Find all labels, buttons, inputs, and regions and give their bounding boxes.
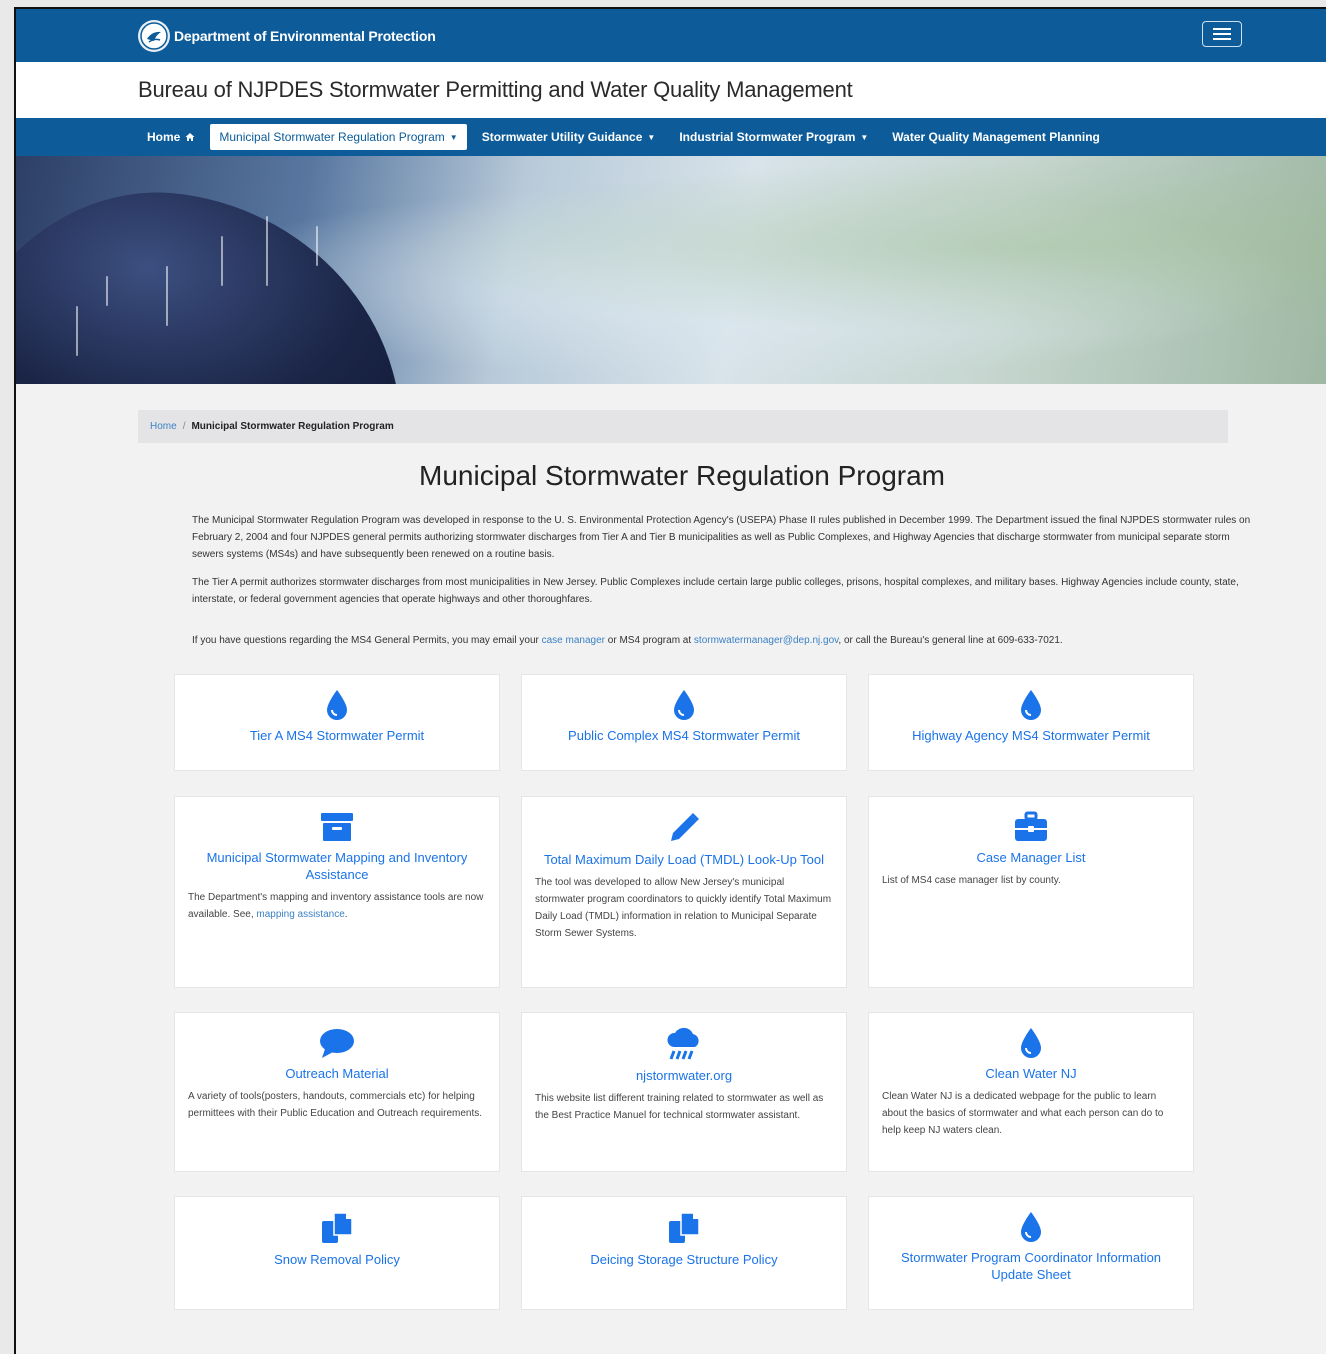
card-clean-water-nj[interactable]: Clean Water NJ Clean Water NJ is a dedic… — [868, 1012, 1194, 1172]
intro-paragraph-1: The Municipal Stormwater Regulation Prog… — [192, 515, 1251, 560]
rain-drop — [221, 236, 223, 286]
card-title[interactable]: Municipal Stormwater Mapping and Invento… — [188, 849, 486, 883]
contact-text: , or call the Bureau's general line at 6… — [838, 635, 1063, 646]
card-outreach-material[interactable]: Outreach Material A variety of tools(pos… — [174, 1012, 500, 1172]
copy-icon — [669, 1212, 700, 1243]
card-title[interactable]: Stormwater Program Coordinator Informati… — [882, 1249, 1180, 1283]
hero-banner-image — [16, 156, 1326, 384]
water-drop-icon — [674, 690, 694, 720]
breadcrumb-current: Municipal Stormwater Regulation Program — [191, 421, 394, 432]
intro-paragraph-2: The Tier A permit authorizes stormwater … — [192, 577, 1239, 605]
card-title[interactable]: Total Maximum Daily Load (TMDL) Look-Up … — [535, 851, 833, 868]
contact-text: or MS4 program at — [605, 635, 694, 646]
briefcase-icon — [1015, 811, 1047, 841]
nav-water-quality[interactable]: Water Quality Management Planning — [883, 124, 1109, 150]
card-highway-agency-permit[interactable]: Highway Agency MS4 Stormwater Permit — [868, 674, 1194, 771]
breadcrumb: Home / Municipal Stormwater Regulation P… — [138, 410, 1228, 443]
browser-viewport: Department of Environmental Protection B… — [14, 7, 1326, 1354]
case-manager-link[interactable]: case manager — [542, 635, 605, 646]
card-title[interactable]: njstormwater.org — [535, 1067, 833, 1084]
card-title[interactable]: Snow Removal Policy — [188, 1251, 486, 1268]
nav-home-label: Home — [147, 130, 181, 144]
water-drop-icon — [1021, 1212, 1041, 1242]
nj-seal-logo-icon[interactable] — [138, 19, 170, 52]
page-title: Municipal Stormwater Regulation Program — [419, 460, 945, 491]
card-title[interactable]: Tier A MS4 Stormwater Permit — [188, 727, 486, 744]
card-description: Clean Water NJ is a dedicated webpage fo… — [882, 1091, 1164, 1136]
card-title[interactable]: Outreach Material — [188, 1065, 486, 1082]
card-description: The tool was developed to allow New Jers… — [535, 877, 832, 939]
nav-home[interactable]: Home — [138, 124, 204, 150]
water-drop-icon — [1021, 690, 1041, 720]
rain-drop — [166, 266, 168, 326]
home-icon — [185, 133, 195, 141]
card-public-complex-permit[interactable]: Public Complex MS4 Stormwater Permit — [521, 674, 847, 771]
rain-drop — [76, 306, 78, 356]
nav-water-quality-label: Water Quality Management Planning — [892, 130, 1100, 144]
rain-drop — [266, 216, 268, 286]
card-coordinator-update-sheet[interactable]: Stormwater Program Coordinator Informati… — [868, 1196, 1194, 1310]
card-title[interactable]: Public Complex MS4 Stormwater Permit — [535, 727, 833, 744]
breadcrumb-home-link[interactable]: Home — [150, 421, 177, 432]
card-description: The Department's mapping and inventory a… — [188, 889, 486, 923]
nav-municipal-label: Municipal Stormwater Regulation Program — [219, 130, 445, 144]
card-title[interactable]: Case Manager List — [882, 849, 1180, 866]
card-description: List of MS4 case manager list by county. — [882, 875, 1061, 886]
nav-municipal-stormwater[interactable]: Municipal Stormwater Regulation Program … — [210, 124, 467, 150]
archive-icon — [321, 813, 353, 841]
card-tmdl-lookup[interactable]: Total Maximum Daily Load (TMDL) Look-Up … — [521, 796, 847, 988]
nav-industrial-stormwater[interactable]: Industrial Stormwater Program ▼ — [670, 124, 877, 150]
water-drop-icon — [1021, 1028, 1041, 1058]
card-desc-text: . — [344, 909, 348, 920]
top-bar: Department of Environmental Protection — [16, 9, 1326, 62]
bureau-title: Bureau of NJPDES Stormwater Permitting a… — [138, 77, 853, 102]
card-njstormwater[interactable]: njstormwater.org This website list diffe… — [521, 1012, 847, 1172]
umbrella-image — [16, 165, 432, 384]
department-name[interactable]: Department of Environmental Protection — [174, 28, 436, 44]
rain-drop — [106, 276, 108, 306]
water-drop-icon — [327, 690, 347, 720]
card-title[interactable]: Clean Water NJ — [882, 1065, 1180, 1082]
bureau-title-bar: Bureau of NJPDES Stormwater Permitting a… — [16, 62, 1326, 118]
breadcrumb-separator: / — [182, 421, 186, 432]
copy-icon — [322, 1212, 353, 1243]
card-snow-removal-policy[interactable]: Snow Removal Policy — [174, 1196, 500, 1310]
speech-bubble-icon — [320, 1029, 354, 1058]
card-deicing-storage-policy[interactable]: Deicing Storage Structure Policy — [521, 1196, 847, 1310]
intro-paragraph-3: If you have questions regarding the MS4 … — [192, 632, 1262, 649]
card-case-manager-list[interactable]: Case Manager List List of MS4 case manag… — [868, 796, 1194, 988]
pencil-icon — [671, 813, 699, 841]
cloud-rain-icon — [667, 1027, 699, 1060]
card-description: A variety of tools(posters, handouts, co… — [188, 1091, 483, 1119]
card-tier-a-permit[interactable]: Tier A MS4 Stormwater Permit — [174, 674, 500, 771]
mapping-assistance-link[interactable]: mapping assistance — [256, 909, 344, 920]
card-title[interactable]: Highway Agency MS4 Stormwater Permit — [882, 727, 1180, 744]
nav-stormwater-utility[interactable]: Stormwater Utility Guidance ▼ — [473, 124, 665, 150]
caret-down-icon: ▼ — [860, 132, 869, 142]
contact-text: If you have questions regarding the MS4 … — [192, 635, 542, 646]
card-mapping-assistance[interactable]: Municipal Stormwater Mapping and Invento… — [174, 796, 500, 988]
stormwater-manager-email-link[interactable]: stormwatermanager@dep.nj.gov — [694, 635, 838, 646]
main-navigation: Home Municipal Stormwater Regulation Pro… — [16, 118, 1326, 156]
nav-utility-label: Stormwater Utility Guidance — [481, 130, 643, 144]
hamburger-menu-button[interactable] — [1202, 21, 1242, 47]
card-description: This website list different training rel… — [535, 1093, 824, 1121]
card-title[interactable]: Deicing Storage Structure Policy — [535, 1251, 833, 1268]
nav-industrial-label: Industrial Stormwater Program — [679, 130, 856, 144]
rain-drop — [316, 226, 318, 266]
caret-down-icon: ▼ — [647, 132, 656, 142]
caret-down-icon: ▼ — [449, 132, 458, 142]
